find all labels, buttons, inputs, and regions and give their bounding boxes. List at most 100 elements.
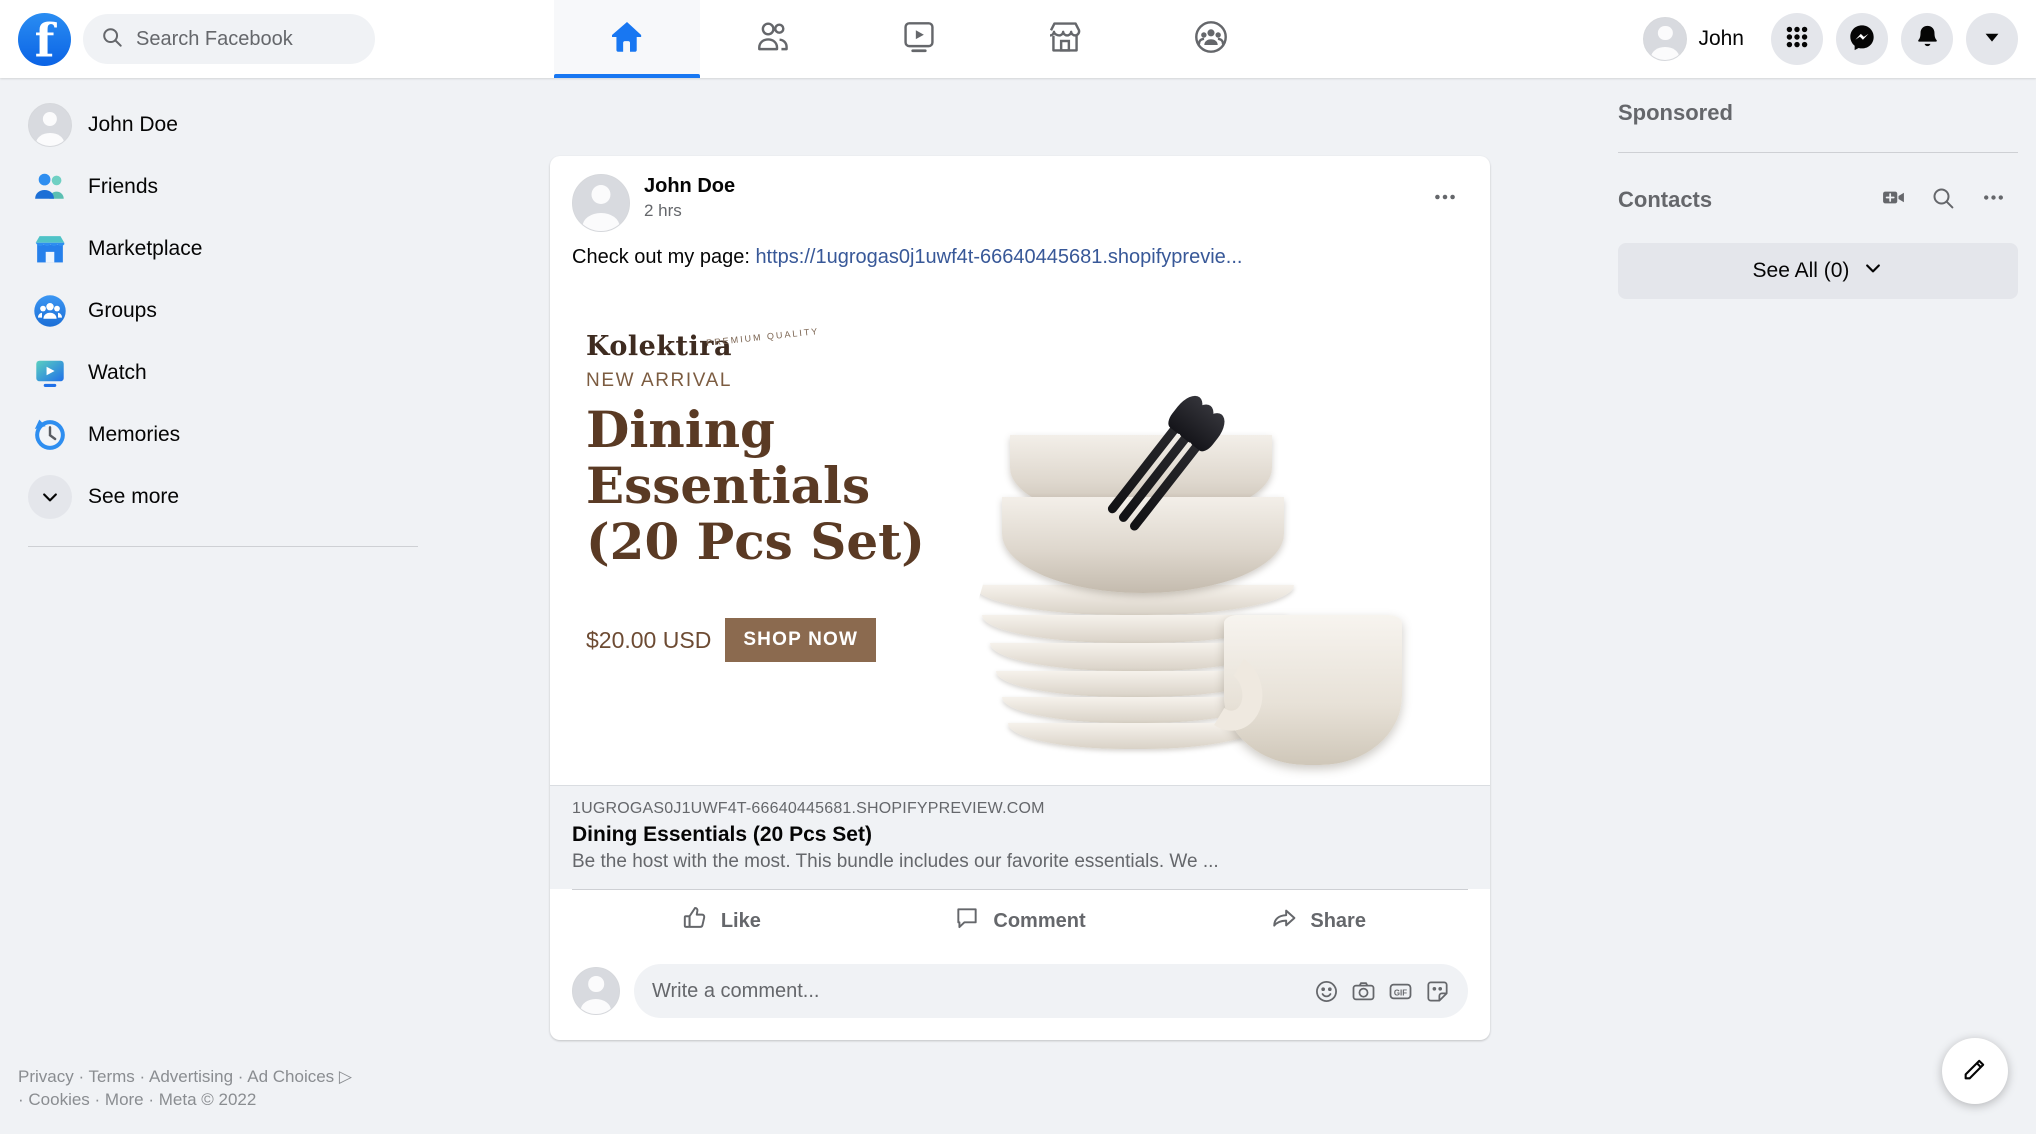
comment-label: Comment — [993, 909, 1086, 932]
ad-title: Dining Essentials (20 Pcs Set) — [586, 402, 980, 570]
footer-line-1[interactable]: Privacy · Terms · Advertising · Ad Choic… — [18, 1067, 334, 1086]
menu-grid-button[interactable] — [1771, 13, 1823, 65]
emoji-icon[interactable] — [1314, 979, 1339, 1004]
see-all-label: See All (0) — [1752, 259, 1850, 282]
sidebar-item-label: Groups — [88, 299, 157, 322]
nav-tab-marketplace[interactable] — [992, 0, 1138, 78]
facebook-logo-icon[interactable] — [18, 12, 71, 66]
search-icon — [1931, 186, 1955, 215]
sidebar-item-groups[interactable]: Groups — [18, 280, 420, 342]
avatar-icon — [28, 103, 72, 147]
compose-pencil-icon — [1961, 1055, 1989, 1088]
comment-input[interactable]: Write a comment... GIF — [634, 964, 1468, 1018]
sidebar-item-label: Marketplace — [88, 237, 203, 260]
see-more-circle — [28, 475, 72, 519]
nav-tab-friends[interactable] — [700, 0, 846, 78]
nav-tab-home[interactable] — [554, 0, 700, 78]
link-title: Dining Essentials (20 Pcs Set) — [572, 823, 872, 846]
top-navigation-bar: Search Facebook — [0, 0, 2036, 78]
sponsored-title: Sponsored — [1618, 100, 1733, 125]
post-author-avatar[interactable] — [572, 174, 630, 232]
left-sidebar: John Doe Friends Marketplace Groups Watc… — [0, 78, 420, 1134]
post-actions: Like Comment Share — [572, 889, 1468, 952]
right-sidebar-divider — [1618, 152, 2018, 153]
ellipsis-icon — [1432, 184, 1458, 210]
share-arrow-icon — [1271, 905, 1297, 937]
sidebar-item-profile[interactable]: John Doe — [18, 94, 420, 156]
friends-color-icon — [28, 165, 72, 209]
nav-tab-watch[interactable] — [846, 0, 992, 78]
like-label: Like — [720, 909, 761, 932]
messenger-icon — [1848, 23, 1876, 56]
post-more-options-button[interactable] — [1422, 174, 1468, 220]
ad-title-line-3: (20 Pcs Set) — [586, 512, 925, 571]
comment-composer: Write a comment... GIF — [550, 952, 1490, 1040]
contacts-header: Contacts — [1618, 175, 2018, 225]
profile-name: John — [1698, 27, 1744, 50]
comment-tool-icons: GIF — [1314, 979, 1450, 1004]
shop-now-button[interactable]: SHOP NOW — [725, 618, 877, 662]
share-button[interactable]: Share — [1169, 890, 1468, 952]
account-dropdown-button[interactable] — [1966, 13, 2018, 65]
sidebar-item-friends[interactable]: Friends — [18, 156, 420, 218]
marketplace-icon — [1045, 17, 1085, 62]
notifications-button[interactable] — [1901, 13, 1953, 65]
sidebar-item-label: Memories — [88, 423, 181, 446]
link-preview-meta[interactable]: 1UGROGAS0J1UWF4T-66640445681.SHOPIFYPREV… — [550, 785, 1490, 889]
friends-icon — [753, 17, 793, 62]
ad-brand: Kolektira PREMIUM QUALITY — [586, 326, 980, 362]
profile-chip[interactable]: John — [1639, 13, 1758, 65]
contacts-search-button[interactable] — [1918, 175, 1968, 225]
link-preview-image[interactable]: Kolektira PREMIUM QUALITY NEW ARRIVAL Di… — [550, 285, 1490, 785]
comment-bubble-icon — [954, 905, 980, 937]
contacts-more-button[interactable] — [1968, 175, 2018, 225]
sidebar-item-marketplace[interactable]: Marketplace — [18, 218, 420, 280]
search-input[interactable]: Search Facebook — [83, 14, 375, 64]
search-placeholder: Search Facebook — [136, 27, 293, 50]
comment-placeholder: Write a comment... — [652, 979, 820, 1002]
sidebar-item-label: Watch — [88, 361, 147, 384]
ad-title-line-1: Dining — [586, 400, 776, 459]
link-domain: 1UGROGAS0J1UWF4T-66640445681.SHOPIFYPREV… — [572, 800, 1045, 817]
camera-icon[interactable] — [1351, 979, 1376, 1004]
sidebar-item-watch[interactable]: Watch — [18, 342, 420, 404]
topbar-nav-tabs — [540, 0, 1639, 78]
gif-icon[interactable]: GIF — [1388, 979, 1413, 1004]
video-add-button[interactable] — [1868, 175, 1918, 225]
nav-tab-groups[interactable] — [1138, 0, 1284, 78]
comment-button[interactable]: Comment — [871, 890, 1170, 952]
ad-eyebrow: NEW ARRIVAL — [586, 370, 733, 391]
sidebar-item-memories[interactable]: Memories — [18, 404, 420, 466]
post-card: John Doe 2 hrs Check out my page: https:… — [550, 156, 1490, 1040]
home-icon — [607, 17, 647, 62]
ad-copy: Kolektira PREMIUM QUALITY NEW ARRIVAL Di… — [550, 285, 980, 785]
groups-color-icon — [28, 289, 72, 333]
compose-message-button[interactable] — [1942, 1038, 2008, 1104]
ad-title-line-2: Essentials — [586, 456, 871, 515]
footer-line-2[interactable]: · Cookies · More · Meta © 2022 — [18, 1090, 256, 1109]
see-all-contacts-button[interactable]: See All (0) — [1618, 243, 2018, 299]
bell-icon — [1914, 23, 1941, 55]
news-feed: John Doe 2 hrs Check out my page: https:… — [550, 78, 1490, 1040]
post-text: Check out my page: https://1ugrogas0j1uw… — [550, 232, 1490, 285]
groups-icon — [1191, 17, 1231, 62]
ad-brand-tagline: PREMIUM QUALITY — [705, 326, 820, 348]
post-header: John Doe 2 hrs — [550, 156, 1490, 232]
messenger-button[interactable] — [1836, 13, 1888, 65]
svg-text:GIF: GIF — [1394, 988, 1407, 997]
post-author-name[interactable]: John Doe — [644, 174, 1422, 199]
sidebar-item-see-more[interactable]: See more — [18, 466, 420, 528]
share-label: Share — [1310, 909, 1366, 932]
sidebar-divider — [28, 546, 418, 547]
footer-links: Privacy · Terms · Advertising · Ad Choic… — [18, 1066, 438, 1112]
chevron-down-icon — [1863, 258, 1883, 284]
sticker-icon[interactable] — [1425, 979, 1450, 1004]
post-link[interactable]: https://1ugrogas0j1uwf4t-66640445681.sho… — [755, 246, 1242, 268]
like-button[interactable]: Like — [572, 890, 871, 952]
ad-price-row: $20.00 USD SHOP NOW — [586, 618, 980, 662]
adchoices-icon: ▷ — [338, 1067, 352, 1087]
marketplace-color-icon — [28, 227, 72, 271]
chevron-down-icon — [28, 475, 72, 519]
ad-price: $20.00 USD — [586, 626, 712, 653]
post-timestamp: 2 hrs — [644, 201, 682, 220]
